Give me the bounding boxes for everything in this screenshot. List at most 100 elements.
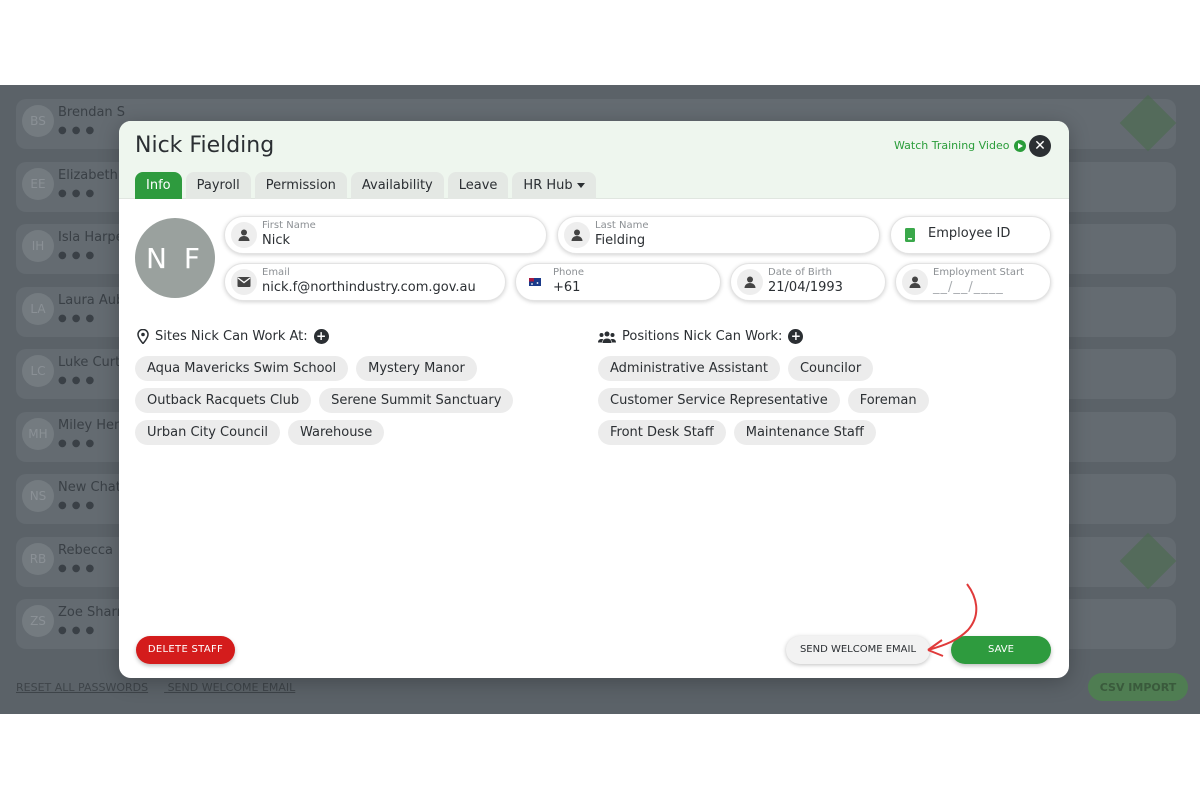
close-icon[interactable]: ✕ bbox=[1029, 135, 1051, 157]
first-name-value[interactable]: Nick bbox=[262, 233, 290, 248]
status-ribbon bbox=[1119, 532, 1177, 589]
sites-title: Sites Nick Can Work At: bbox=[155, 329, 308, 344]
email-label: Email bbox=[262, 267, 290, 278]
positions-title: Positions Nick Can Work: bbox=[622, 329, 783, 344]
send-welcome-email-button[interactable]: SEND WELCOME EMAIL bbox=[786, 636, 930, 664]
modal-title: Nick Fielding bbox=[135, 133, 275, 158]
positions-chip-list: Administrative Assistant Councilor Custome… bbox=[598, 356, 1053, 445]
tab-bar: Info Payroll Permission Availability Leave HR… bbox=[135, 172, 596, 199]
staff-status-icons: ●●● bbox=[58, 125, 100, 136]
tab-leave[interactable]: Leave bbox=[447, 172, 509, 199]
dob-label: Date of Birth bbox=[768, 267, 832, 278]
person-icon bbox=[737, 269, 763, 295]
first-name-field[interactable]: First Name Nick bbox=[224, 216, 547, 254]
staff-avatar: RB bbox=[22, 542, 54, 575]
tab-info[interactable]: Info bbox=[135, 172, 182, 199]
staff-status-icons: ●●● bbox=[58, 625, 100, 636]
mail-icon bbox=[231, 269, 257, 295]
staff-avatar: IH bbox=[22, 230, 54, 262]
status-ribbon bbox=[1119, 94, 1177, 152]
tab-label: Payroll bbox=[196, 178, 240, 193]
employee-id-label: Employee ID bbox=[928, 226, 1011, 241]
site-chip[interactable]: Mystery Manor bbox=[356, 356, 477, 381]
annotation-arrow bbox=[927, 583, 978, 657]
staff-name: Luke Curti bbox=[58, 355, 124, 370]
staff-name: Laura Aub bbox=[58, 292, 125, 308]
watch-training-label: Watch Training Video bbox=[894, 139, 1010, 152]
last-name-field[interactable]: Last Name Fielding bbox=[557, 216, 880, 254]
csv-import-button[interactable]: CSV IMPORT bbox=[1088, 673, 1188, 701]
staff-name: Rebecca bbox=[58, 542, 113, 558]
phone-value[interactable]: +61 bbox=[553, 280, 580, 295]
site-chip[interactable]: Outback Racquets Club bbox=[135, 388, 312, 413]
position-chip[interactable]: Administrative Assistant bbox=[598, 356, 780, 381]
staff-status-icons: ●●● bbox=[58, 250, 100, 261]
site-chip[interactable]: Urban City Council bbox=[135, 420, 280, 445]
tab-label: Availability bbox=[361, 178, 433, 193]
email-value[interactable]: nick.f@northindustry.com.gov.au bbox=[262, 280, 476, 295]
employment-start-label: Employment Start bbox=[933, 267, 1024, 278]
avatar: N F bbox=[135, 218, 215, 298]
employment-start-field[interactable]: Employment Start __/__/____ bbox=[895, 263, 1051, 301]
employment-start-placeholder[interactable]: __/__/____ bbox=[933, 280, 1004, 295]
tab-hr-hub[interactable]: HR Hub bbox=[512, 172, 596, 199]
tab-payroll[interactable]: Payroll bbox=[185, 172, 251, 199]
position-chip[interactable]: Maintenance Staff bbox=[733, 420, 876, 445]
phone-label: Phone bbox=[553, 267, 584, 278]
australia-flag-icon[interactable] bbox=[522, 269, 548, 295]
tab-label: Permission bbox=[265, 178, 336, 193]
staff-avatar: NS bbox=[22, 480, 54, 512]
site-chip[interactable]: Warehouse bbox=[287, 420, 385, 445]
staff-status-icons: ●●● bbox=[58, 312, 100, 324]
tab-availability[interactable]: Availability bbox=[350, 172, 444, 199]
staff-status-icons: ●●● bbox=[58, 500, 100, 511]
person-icon bbox=[564, 222, 590, 248]
site-chip[interactable]: Aqua Mavericks Swim School bbox=[135, 356, 349, 381]
email-field[interactable]: Email nick.f@northindustry.com.gov.au bbox=[224, 263, 506, 301]
person-icon bbox=[902, 269, 928, 295]
staff-avatar: LC bbox=[22, 355, 54, 387]
people-icon bbox=[598, 331, 616, 343]
site-chip[interactable]: Serene Summit Sanctuary bbox=[319, 388, 514, 413]
position-chip[interactable]: Front Desk Staff bbox=[598, 420, 726, 445]
last-name-label: Last Name bbox=[595, 220, 649, 231]
reset-passwords-link[interactable]: RESET ALL PASSWORDS bbox=[16, 681, 148, 694]
position-chip[interactable]: Foreman bbox=[847, 388, 929, 413]
dob-field[interactable]: Date of Birth 21/04/1993 bbox=[730, 263, 886, 301]
staff-name: Elizabeth bbox=[58, 167, 118, 183]
staff-name: Zoe Sharr bbox=[58, 605, 122, 620]
delete-staff-button[interactable]: DELETE STAFF bbox=[136, 636, 235, 664]
id-card-icon bbox=[897, 222, 923, 248]
staff-status-icons: ●●● bbox=[58, 187, 100, 199]
person-icon bbox=[231, 222, 257, 248]
send-welcome-link[interactable]: SEND WELCOME EMAIL bbox=[168, 681, 296, 694]
position-chip[interactable]: Customer Service Representative bbox=[598, 388, 840, 413]
employee-id-field[interactable]: Employee ID bbox=[890, 216, 1051, 254]
sites-heading: Sites Nick Can Work At: + bbox=[137, 329, 329, 344]
dob-value[interactable]: 21/04/1993 bbox=[768, 280, 843, 295]
sites-chip-list: Aqua Mavericks Swim School Mystery Manor O… bbox=[135, 356, 535, 445]
modal-header: Nick Fielding Watch Training Video ✕ Inf… bbox=[119, 121, 1069, 199]
play-icon bbox=[1014, 139, 1027, 152]
staff-avatar: LA bbox=[22, 292, 54, 325]
staff-status-icons: ●●● bbox=[58, 562, 100, 574]
staff-avatar: EE bbox=[22, 167, 54, 200]
tab-label: Info bbox=[146, 178, 171, 193]
staff-status-icons: ●●● bbox=[58, 437, 100, 449]
watch-training-link[interactable]: Watch Training Video bbox=[894, 139, 1027, 152]
staff-name: New Chat bbox=[58, 480, 121, 495]
position-chip[interactable]: Councilor bbox=[787, 356, 874, 381]
add-position-icon[interactable]: + bbox=[788, 329, 804, 344]
add-site-icon[interactable]: + bbox=[313, 329, 329, 344]
staff-avatar: MH bbox=[22, 417, 54, 450]
tab-label: Leave bbox=[458, 178, 498, 193]
staff-name: Brendan S bbox=[58, 105, 126, 120]
tab-label: HR Hub bbox=[523, 178, 573, 193]
bulk-links: RESET ALL PASSWORDS SEND WELCOME EMAIL bbox=[16, 681, 311, 694]
location-pin-icon bbox=[137, 329, 149, 344]
tab-permission[interactable]: Permission bbox=[254, 172, 347, 199]
phone-field[interactable]: Phone +61 bbox=[515, 263, 721, 301]
staff-name: Miley Hen bbox=[58, 417, 123, 433]
staff-name: Isla Harpe bbox=[58, 230, 124, 245]
last-name-value[interactable]: Fielding bbox=[595, 233, 645, 248]
